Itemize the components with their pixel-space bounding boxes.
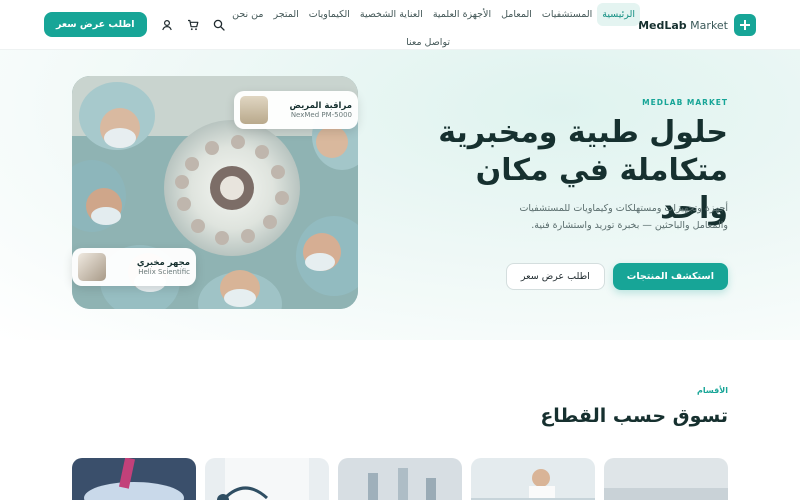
hero-buttons: استكشف المنتجات اطلب عرض سعر <box>505 263 728 290</box>
category-card-1[interactable] <box>72 458 196 500</box>
patient-monitor-card[interactable]: مراقبة المريض NexMed PM-5000 <box>234 91 358 129</box>
nav-home[interactable]: الرئيسية <box>597 3 640 26</box>
header-quote-button[interactable]: اطلب عرض سعر <box>44 12 147 37</box>
nav-labs[interactable]: المعامل <box>496 3 537 26</box>
patient-monitor-model: NexMed PM-5000 <box>290 111 352 119</box>
cart-icon[interactable] <box>187 19 199 31</box>
main-nav: الرئيسية المستشفيات المعامل الأجهزة العل… <box>200 3 640 26</box>
nav-chemicals[interactable]: الكيماويات <box>304 3 355 26</box>
hero-eyebrow: MEDLAB MARKET <box>642 98 728 107</box>
lab-microscope-brand: Helix Scientific <box>138 268 190 276</box>
nav-store[interactable]: المتجر <box>268 3 303 26</box>
lab-microscope-title: مجهر مخبري <box>136 258 190 268</box>
category-card-4[interactable] <box>471 458 595 500</box>
lab-microscope-card[interactable]: مجهر مخبري Helix Scientific <box>72 248 196 286</box>
nav-about[interactable]: من نحن <box>227 3 268 26</box>
explore-products-button[interactable]: استكشف المنتجات <box>612 263 728 290</box>
categories-eyebrow: الأقسام <box>697 386 728 395</box>
category-card-2[interactable] <box>205 458 329 500</box>
request-quote-button[interactable]: اطلب عرض سعر <box>505 263 605 290</box>
nav-personal-care[interactable]: العناية الشخصية <box>355 3 428 26</box>
patient-monitor-thumbnail <box>240 96 268 124</box>
logo-plus-icon <box>734 14 756 36</box>
nav-scientific-devices[interactable]: الأجهزة العلمية <box>428 3 496 26</box>
search-icon[interactable] <box>213 19 225 31</box>
logo[interactable]: MedLab Market <box>638 14 756 36</box>
categories-title: تسوق حسب القطاع <box>540 405 728 427</box>
category-card-3[interactable] <box>338 458 462 500</box>
logo-text: MedLab Market <box>638 18 728 32</box>
header-actions: اطلب عرض سعر <box>44 12 225 37</box>
lab-microscope-card-text: مجهر مخبري Helix Scientific <box>112 258 190 276</box>
user-icon[interactable] <box>161 19 173 31</box>
lab-microscope-thumbnail <box>78 253 106 281</box>
site-header: MedLab Market الرئيسية المستشفيات المعام… <box>0 0 800 50</box>
category-card-5[interactable] <box>604 458 728 500</box>
patient-monitor-card-text: مراقبة المريض NexMed PM-5000 <box>274 101 353 119</box>
patient-monitor-title: مراقبة المريض <box>289 101 353 111</box>
nav-hospitals[interactable]: المستشفيات <box>537 3 597 26</box>
category-cards <box>72 458 728 500</box>
nav-row-2: تواصل معنا <box>400 30 456 52</box>
hero-description: أجهزة وتجهيزات ومستهلكات وكيماويات للمست… <box>519 203 728 231</box>
